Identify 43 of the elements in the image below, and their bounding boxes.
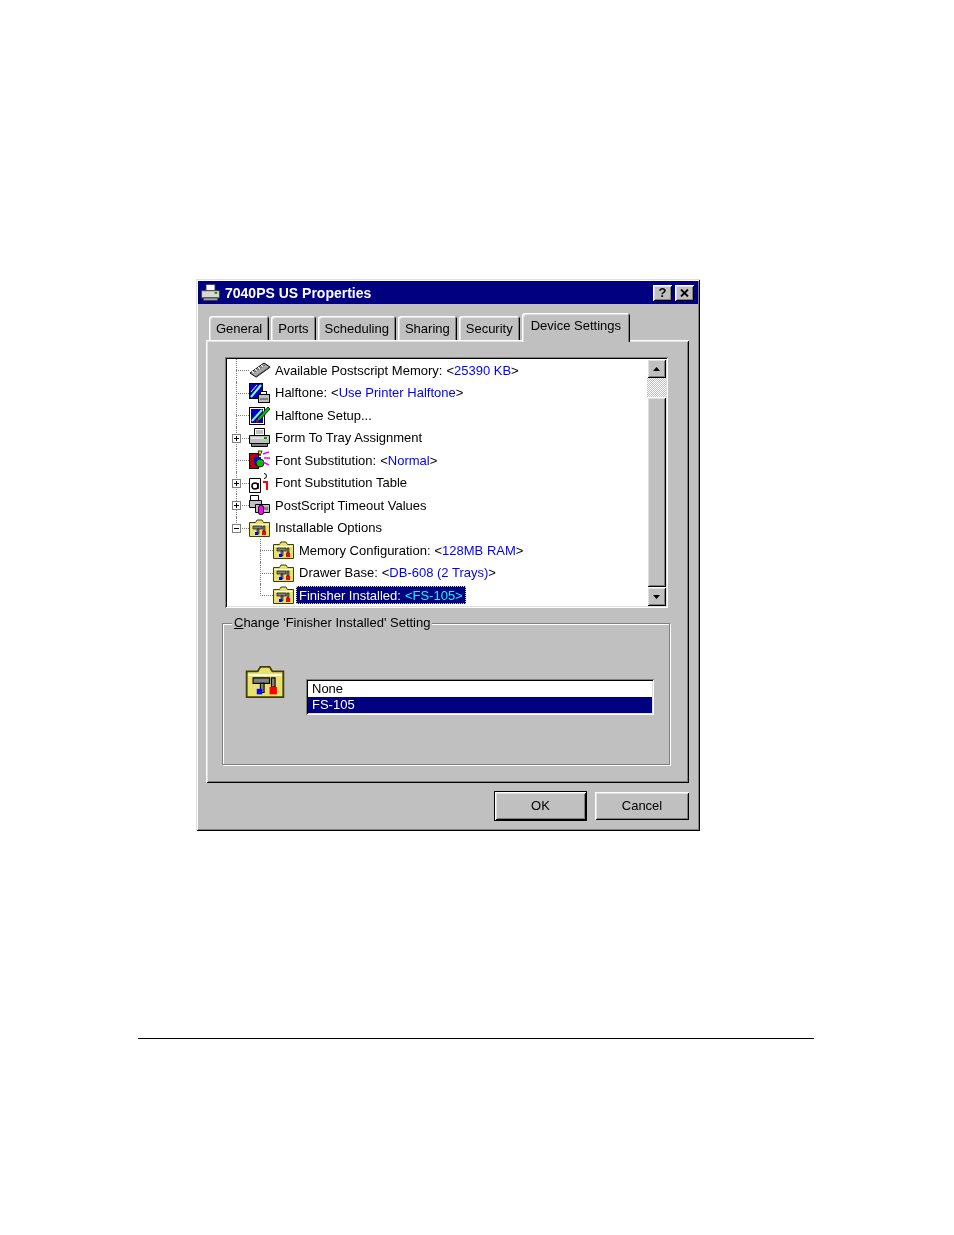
tab[interactable]: Ports [271,316,316,340]
ok-button[interactable]: OK [494,791,587,821]
tree-item[interactable]: Font Substitution Table [272,473,410,492]
picture-pencil-icon [249,405,270,426]
tree-item[interactable]: Available Postscript Memory: <25390 KB> [272,361,522,380]
tab[interactable]: Security [458,316,520,340]
up-arrow-icon [653,366,660,371]
close-button[interactable] [675,284,694,301]
printer-icon [201,284,220,301]
group-title: Change 'Finisher Installed' Setting [232,615,433,631]
tab[interactable]: Scheduling [317,316,396,340]
tree-item[interactable]: Installable Options [272,518,385,537]
folder-tools-icon [245,665,285,698]
tab[interactable]: General [209,316,270,340]
expand-button[interactable] [232,501,241,510]
down-arrow-icon [653,594,660,599]
colored-shapes-icon [249,450,270,471]
close-icon [680,288,689,297]
tab[interactable]: Sharing [397,316,457,340]
tree-item[interactable]: Memory Configuration: <128MB RAM> [296,541,527,560]
document-icon [249,472,270,493]
tree-item[interactable]: Form To Tray Assignment [272,428,426,447]
scrollbar[interactable] [647,359,666,606]
collapse-button[interactable] [232,523,241,533]
help-button[interactable]: ? [653,284,672,301]
list-box[interactable]: None FS-105 [306,679,654,715]
tab[interactable]: Device Settings [521,313,631,342]
tree-item[interactable]: Halftone: <Use Printer Halftone> [272,383,467,402]
expand-button[interactable] [232,478,241,488]
expand-button[interactable] [232,433,241,443]
tree-item[interactable]: PostScript Timeout Values [272,496,430,515]
cancel-button[interactable]: Cancel [595,792,689,820]
window-title: 7040PS US Properties [225,283,372,302]
tree-item[interactable]: Drawer Base: <DB-608 (2 Trays)> [296,563,499,582]
tree-item[interactable]: Font Substitution: <Normal> [272,451,441,470]
list-option[interactable]: None [308,681,652,697]
tree-item[interactable]: Halftone Setup... [272,406,375,425]
tree-item[interactable]: Finisher Installed: <FS-105> [296,586,466,605]
scroll-down-button[interactable] [647,587,666,606]
scrollbar-thumb[interactable] [647,397,666,587]
scroll-up-button[interactable] [647,359,666,378]
list-option[interactable]: FS-105 [308,697,652,713]
memory-chip-icon [249,362,271,379]
